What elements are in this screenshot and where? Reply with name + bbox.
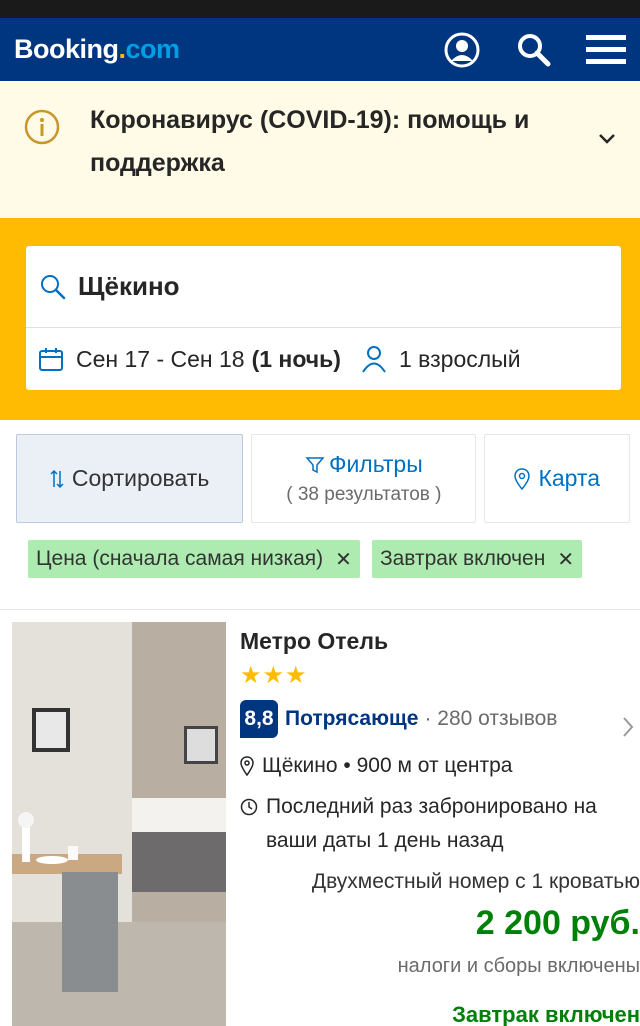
- results-count: ( 38 результатов ): [286, 484, 442, 505]
- sort-label: Сортировать: [71, 465, 210, 491]
- star-rating: ★★★: [240, 662, 308, 689]
- taxes-note: налоги и сборы включены: [397, 955, 640, 977]
- sort-arrows-icon: [50, 469, 64, 488]
- search-icon[interactable]: [514, 30, 554, 70]
- price: 2 200 руб.: [475, 904, 640, 942]
- filter-icon: [305, 456, 325, 473]
- location-text: Щёкино • 900 м от центра: [262, 754, 513, 777]
- status-bar: [0, 0, 640, 18]
- hotel-name[interactable]: Метро Отель: [240, 628, 640, 655]
- room-type: Двухместный номер с 1 кроватью: [311, 870, 640, 893]
- results-controls: Сортировать Фильтры ( 38 результатов ) К…: [0, 420, 640, 524]
- sort-button[interactable]: Сортировать: [16, 434, 244, 523]
- close-icon[interactable]: ✕: [335, 547, 352, 572]
- chevron-down-icon[interactable]: [598, 133, 616, 145]
- map-pin-icon: [514, 467, 531, 490]
- filter-button[interactable]: Фильтры ( 38 результатов ): [251, 434, 477, 523]
- active-filters: Цена (сначала самая низкая) ✕ Завтрак вкл…: [0, 524, 640, 610]
- menu-icon[interactable]: [586, 30, 626, 70]
- hotel-card[interactable]: Метро Отель ★★★ 8,8 Потрясающе · 280 отз…: [0, 610, 640, 1026]
- review-count: · 280 отзывов: [424, 707, 558, 730]
- last-booked-row: Последний раз забронировано на ваши даты…: [240, 790, 640, 858]
- search-box: Щёкино Сен 17 - Сен 18 (1 ночь) 1 взросл…: [0, 218, 640, 420]
- booking-logo[interactable]: Booking.com: [14, 34, 180, 65]
- destination-field[interactable]: Щёкино: [26, 246, 621, 328]
- filter-label: Фильтры: [328, 451, 423, 477]
- hotel-info: Метро Отель ★★★ 8,8 Потрясающе · 280 отз…: [240, 622, 640, 1026]
- top-header: Booking.com: [0, 18, 640, 81]
- review-word: Потрясающе: [285, 707, 419, 730]
- chevron-right-icon[interactable]: [622, 716, 634, 738]
- map-label: Карта: [538, 465, 601, 491]
- search-icon: [41, 274, 66, 299]
- destination-value: Щёкино: [78, 271, 180, 301]
- dates-guests-row[interactable]: Сен 17 - Сен 18 (1 ночь) 1 взрослый: [26, 328, 621, 390]
- review-row: 8,8 Потрясающе · 280 отзывов: [240, 700, 640, 738]
- info-icon: [24, 109, 60, 145]
- chip-label: Завтрак включен: [379, 547, 546, 570]
- covid-banner-text: Коронавирус (COVID-19): помощь и поддерж…: [90, 106, 530, 177]
- calendar-icon: [39, 348, 63, 371]
- nights-value: (1 ночь): [251, 345, 341, 372]
- last-booked-text: Последний раз забронировано на ваши даты…: [266, 795, 597, 852]
- hotel-photo[interactable]: [12, 622, 226, 1026]
- close-icon[interactable]: ✕: [557, 547, 574, 572]
- chip-label: Цена (сначала самая низкая): [36, 547, 324, 570]
- guests-value[interactable]: 1 взрослый: [399, 346, 521, 373]
- review-score-badge: 8,8: [240, 700, 278, 738]
- covid-banner[interactable]: Коронавирус (COVID-19): помощь и поддерж…: [0, 81, 640, 218]
- clock-icon: [240, 798, 258, 816]
- dates-value[interactable]: Сен 17 - Сен 18: [76, 346, 245, 373]
- filter-chip-price[interactable]: Цена (сначала самая низкая) ✕: [28, 540, 360, 578]
- map-pin-icon: [240, 756, 254, 776]
- filter-chip-breakfast[interactable]: Завтрак включен ✕: [371, 540, 583, 578]
- location-row: Щёкино • 900 м от центра: [240, 754, 640, 778]
- map-button[interactable]: Карта: [484, 434, 630, 523]
- person-icon: [362, 346, 386, 373]
- account-icon[interactable]: [442, 30, 482, 70]
- breakfast-included: Завтрак включен: [452, 1002, 640, 1026]
